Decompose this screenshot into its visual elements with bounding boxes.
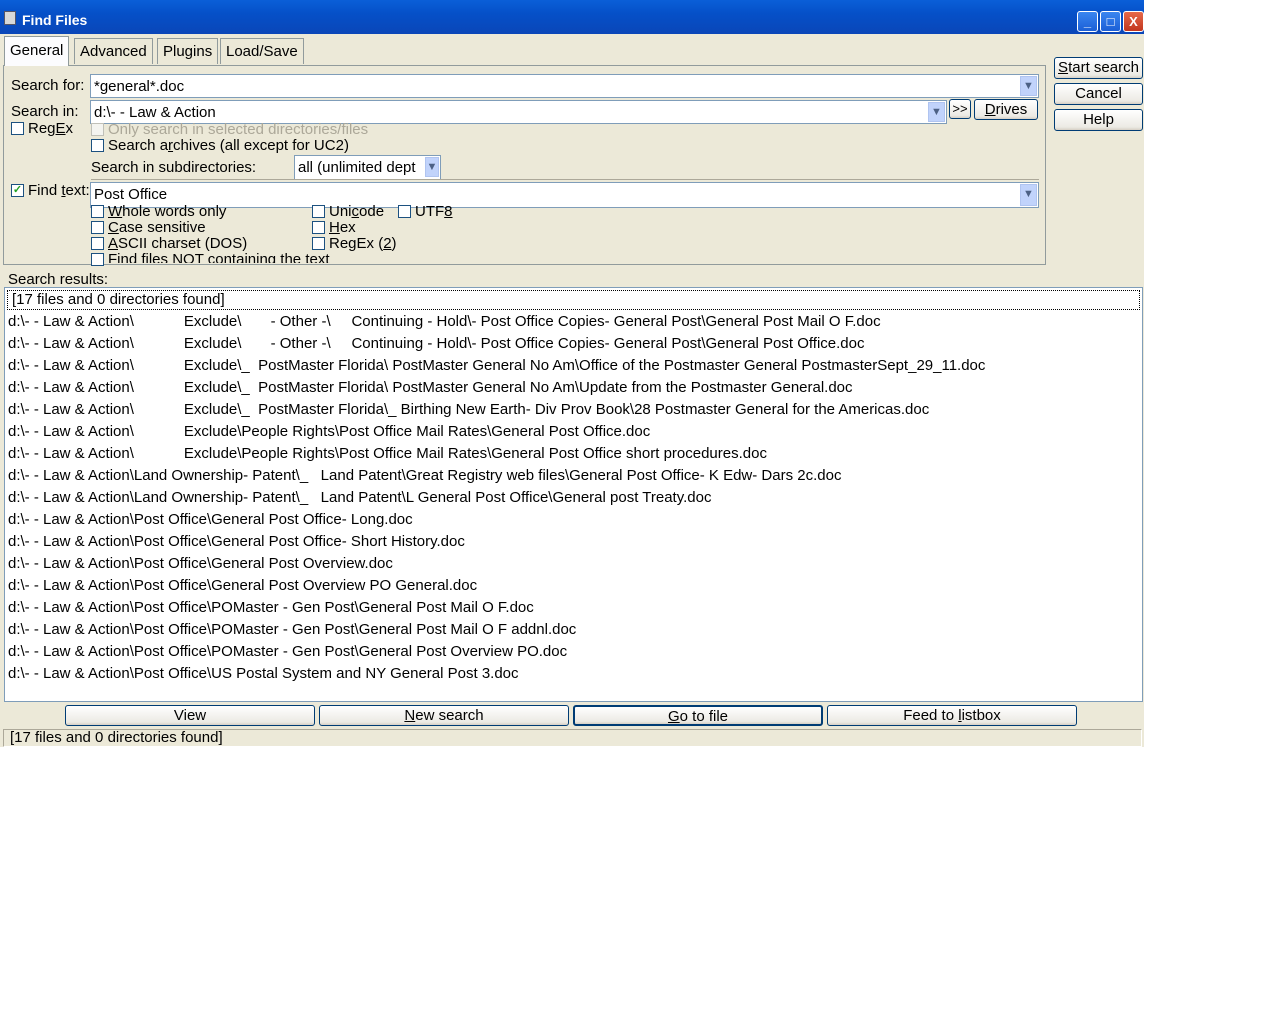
go-to-file-button[interactable]: Go to file (573, 705, 823, 726)
not-containing-label: Find files NOT containing the text (108, 251, 330, 263)
cancel-button[interactable]: Cancel (1054, 83, 1143, 105)
start-search-button[interactable]: Start search (1054, 57, 1143, 79)
whole-words-label: Whole words only (108, 203, 227, 220)
tab-plugins[interactable]: Plugins (157, 38, 219, 64)
ascii-checkbox[interactable] (91, 237, 104, 250)
help-button[interactable]: Help (1054, 109, 1143, 131)
chevron-down-icon[interactable]: ▼ (425, 157, 439, 177)
regex-checkbox[interactable] (11, 122, 24, 135)
result-row[interactable]: d:\- - Law & Action\Post Office\US Posta… (8, 663, 519, 685)
view-button[interactable]: View (65, 705, 315, 726)
search-in-value: d:\- - Law & Action (94, 104, 216, 121)
subdirs-label: Search in subdirectories: (91, 159, 257, 176)
result-row[interactable]: d:\- - Law & Action\Land Ownership- Pate… (8, 487, 711, 509)
result-row[interactable]: d:\- - Law & Action\ Exclude\_ PostMaste… (8, 399, 929, 421)
maximize-button[interactable]: □ (1100, 11, 1121, 32)
chevron-down-icon[interactable]: ▼ (1020, 184, 1037, 206)
only-selected-label: Only search in selected directories/file… (108, 121, 369, 138)
result-row[interactable]: d:\- - Law & Action\Post Office\General … (8, 509, 413, 531)
subdirs-combo[interactable]: all (unlimited dept ▼ (294, 155, 441, 180)
result-row[interactable]: d:\- - Law & Action\ Exclude\People Righ… (8, 421, 650, 443)
only-selected-checkbox (91, 123, 104, 136)
utf8-checkbox[interactable] (398, 205, 411, 218)
result-row[interactable]: d:\- - Law & Action\ Exclude\People Righ… (8, 443, 767, 465)
regex-label: RegEx (28, 120, 74, 137)
hex-label: Hex (329, 219, 356, 236)
ascii-label: ASCII charset (DOS) (108, 235, 248, 252)
result-row[interactable]: d:\- - Law & Action\Post Office\POMaster… (8, 641, 567, 663)
result-row[interactable]: d:\- - Law & Action\ Exclude\_ PostMaste… (8, 377, 853, 399)
whole-words-checkbox[interactable] (91, 205, 104, 218)
hex-checkbox[interactable] (312, 221, 325, 234)
search-archives-checkbox[interactable] (91, 139, 104, 152)
search-results-list[interactable]: [17 files and 0 directories found] d:\- … (4, 287, 1143, 702)
tab-load-save[interactable]: Load/Save (220, 38, 304, 64)
result-row[interactable]: d:\- - Law & Action\Post Office\General … (8, 575, 477, 597)
find-text-value: Post Office (94, 186, 168, 203)
divider (91, 179, 1039, 180)
browse-button[interactable]: >> (949, 99, 971, 119)
chevron-down-icon[interactable]: ▼ (928, 102, 945, 122)
result-row[interactable]: d:\- - Law & Action\Post Office\POMaster… (8, 619, 576, 641)
drives-button[interactable]: Drives (974, 99, 1038, 120)
find-text-checkbox[interactable]: ✓ (11, 184, 24, 197)
result-row[interactable]: d:\- - Law & Action\Post Office\POMaster… (8, 597, 534, 619)
result-row[interactable]: d:\- - Law & Action\ Exclude\ - Other -\… (8, 333, 864, 355)
search-for-value: *general*.doc (94, 78, 185, 95)
results-summary-item[interactable]: [17 files and 0 directories found] (7, 290, 1140, 310)
regex2-checkbox[interactable] (312, 237, 325, 250)
find-text-combo[interactable]: Post Office ▼ (90, 182, 1039, 208)
result-row[interactable]: d:\- - Law & Action\Post Office\General … (8, 531, 465, 553)
search-results-label: Search results: (8, 271, 109, 285)
case-sensitive-label: Case sensitive (108, 219, 206, 236)
close-button[interactable]: X (1123, 11, 1144, 32)
search-for-label: Search for: (11, 77, 85, 94)
window-title: Find Files (22, 12, 88, 28)
result-row[interactable]: d:\- - Law & Action\ Exclude\_ PostMaste… (8, 355, 985, 377)
title-bar: Find Files _ □ X (0, 0, 1144, 34)
unicode-checkbox[interactable] (312, 205, 325, 218)
tab-advanced[interactable]: Advanced (74, 38, 153, 64)
utf8-label: UTF8 (415, 203, 453, 220)
result-row[interactable]: d:\- - Law & Action\Post Office\General … (8, 553, 393, 575)
regex2-label: RegEx (2) (329, 235, 397, 252)
status-bar: [17 files and 0 directories found] (3, 729, 1142, 747)
result-row[interactable]: d:\- - Law & Action\Land Ownership- Pate… (8, 465, 841, 487)
feed-to-listbox-button[interactable]: Feed to listbox (827, 705, 1077, 726)
search-in-label: Search in: (11, 103, 79, 120)
result-row[interactable]: d:\- - Law & Action\ Exclude\ - Other -\… (8, 311, 881, 333)
subdirs-value: all (unlimited dept (298, 159, 416, 176)
search-archives-label: Search archives (all except for UC2) (108, 137, 349, 154)
app-icon (4, 11, 16, 25)
find-text-label: Find text: (28, 182, 90, 199)
search-for-combo[interactable]: *general*.doc ▼ (90, 74, 1039, 98)
not-containing-checkbox[interactable] (91, 253, 104, 266)
unicode-label: Unicode (329, 203, 385, 220)
case-sensitive-checkbox[interactable] (91, 221, 104, 234)
new-search-button[interactable]: New search (319, 705, 569, 726)
find-files-window: Find Files _ □ X General Advanced Plugin… (0, 0, 1144, 747)
tab-general[interactable]: General (4, 36, 70, 66)
minimize-button[interactable]: _ (1077, 11, 1098, 32)
chevron-down-icon[interactable]: ▼ (1020, 76, 1037, 96)
